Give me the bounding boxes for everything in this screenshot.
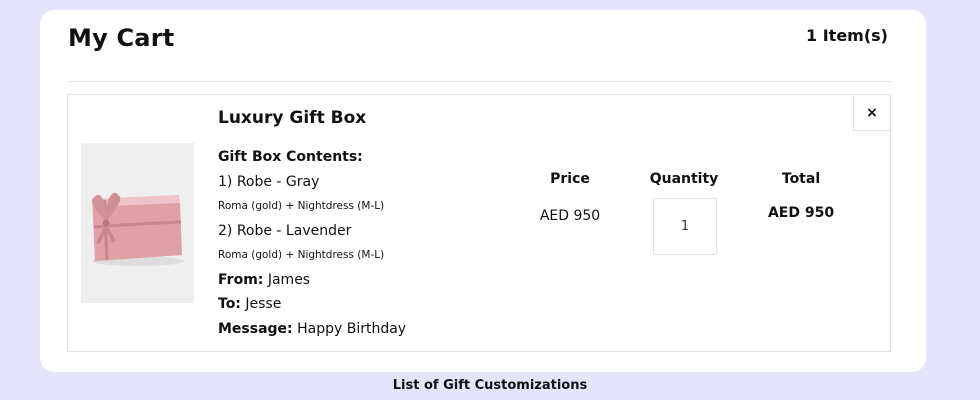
content-line-2: 2) Robe - Lavender bbox=[218, 222, 352, 239]
remove-item-button[interactable]: × bbox=[853, 94, 891, 131]
gift-box-icon bbox=[81, 143, 194, 303]
item-count: 1 Item(s) bbox=[806, 26, 888, 45]
product-name: Luxury Gift Box bbox=[218, 108, 367, 128]
total-header: Total bbox=[781, 171, 821, 187]
cart-item: × Luxury Gift Box Gift Box Contents: 1) … bbox=[67, 94, 891, 352]
content-sub-1: Roma (gold) + Nightdress (M-L) bbox=[218, 200, 385, 212]
to-value: Jesse bbox=[245, 296, 282, 312]
gift-details: Gift Box Contents: 1) Robe - Gray Roma (… bbox=[218, 145, 406, 341]
from-value: James bbox=[267, 271, 311, 288]
contents-label: Gift Box Contents: bbox=[218, 149, 363, 165]
quantity-header: Quantity bbox=[649, 171, 719, 187]
to-label: To: bbox=[218, 296, 241, 312]
message-row: Message: Happy Birthday bbox=[218, 317, 406, 342]
message-value: Happy Birthday bbox=[297, 320, 407, 337]
caption: List of Gift Customizations bbox=[392, 378, 588, 393]
from-row: From: James bbox=[218, 268, 406, 293]
product-image[interactable] bbox=[81, 143, 194, 303]
price-header: Price bbox=[550, 171, 590, 187]
content-line-1: 1) Robe - Gray bbox=[218, 173, 320, 190]
message-label: Message: bbox=[218, 320, 293, 337]
total-value: AED 950 bbox=[767, 205, 835, 221]
quantity-input[interactable] bbox=[653, 198, 717, 255]
price-value: AED 950 bbox=[539, 208, 601, 224]
to-row: To: Jesse bbox=[218, 292, 406, 317]
from-label: From: bbox=[218, 271, 264, 288]
divider bbox=[68, 81, 892, 82]
cart-card: My Cart 1 Item(s) × Luxury Gift Box Gift… bbox=[40, 10, 926, 372]
page-title: My Cart bbox=[68, 24, 175, 52]
content-sub-2: Roma (gold) + Nightdress (M-L) bbox=[218, 249, 385, 261]
